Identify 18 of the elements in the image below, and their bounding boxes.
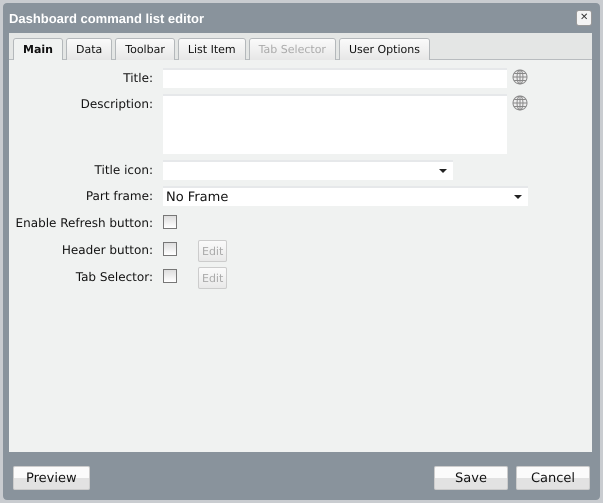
field-label: Title icon:	[94, 162, 154, 179]
footer-button[interactable]: Preview	[13, 466, 90, 490]
tab[interactable]: Main	[13, 38, 63, 60]
field-label: Enable Refresh button:	[14, 215, 154, 232]
field-label: Description:	[80, 96, 154, 113]
field-label: Header button:	[60, 242, 154, 259]
field-label: Part frame:	[84, 188, 154, 205]
tab[interactable]: Toolbar	[115, 38, 175, 60]
close-button[interactable]: ✕	[576, 10, 592, 26]
field-label: Title:	[122, 70, 154, 87]
dropdown[interactable]: No Frame	[163, 186, 528, 206]
tab[interactable]: Data	[66, 38, 112, 60]
tab[interactable]: User Options	[338, 38, 430, 60]
footer-button[interactable]: Cancel	[516, 466, 590, 490]
footer-button[interactable]: Save	[434, 466, 508, 490]
field-label: Tab Selector:	[74, 269, 154, 286]
tab[interactable]: List Item	[178, 38, 246, 60]
window-title: Dashboard command list editor	[9, 10, 204, 26]
